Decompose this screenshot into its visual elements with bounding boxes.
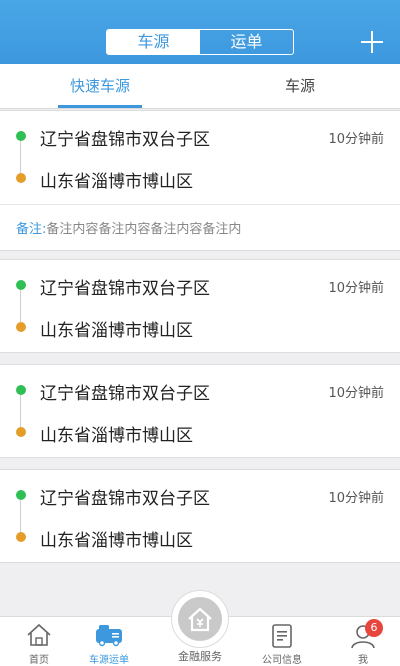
nav-me[interactable]: 我 — [330, 617, 396, 666]
route-line — [20, 290, 21, 322]
destination-dot — [16, 173, 26, 183]
divider — [0, 204, 400, 205]
remark-label: 备注: — [16, 222, 47, 237]
destination-address: 山东省淄博市博山区 — [40, 426, 193, 446]
listing-card[interactable]: 辽宁省盘锦市双台子区 10分钟前 山东省淄博市博山区 — [0, 259, 400, 353]
nav-label-company-info: 公司信息 — [262, 655, 302, 666]
origin-address: 辽宁省盘锦市双台子区 — [40, 279, 210, 299]
document-icon — [272, 624, 292, 648]
remark: 备注:备注内容备注内容备注内容备注内 — [16, 218, 241, 237]
destination-dot — [16, 427, 26, 437]
subtab-quick-source[interactable]: 快速车源 — [0, 64, 200, 108]
nav-label-finance: 金融服务 — [178, 650, 222, 663]
destination-dot — [16, 532, 26, 542]
origin-dot — [16, 280, 26, 290]
home-icon — [27, 623, 51, 646]
post-time: 10分钟前 — [328, 386, 384, 401]
destination-address: 山东省淄博市博山区 — [40, 172, 193, 192]
segment-control: 车源 运单 — [106, 29, 294, 55]
tab-waybill[interactable]: 运单 — [200, 30, 293, 54]
finance-button[interactable] — [171, 590, 229, 648]
origin-dot — [16, 131, 26, 141]
nav-home[interactable]: 首页 — [0, 617, 78, 666]
destination-address: 山东省淄博市博山区 — [40, 531, 193, 551]
subtab-source[interactable]: 车源 — [200, 64, 400, 108]
remark-text: 备注内容备注内容备注内容备注内 — [46, 222, 242, 237]
nav-company-info[interactable]: 公司信息 — [248, 617, 316, 666]
origin-address: 辽宁省盘锦市双台子区 — [40, 384, 210, 404]
nav-label-vehicle-waybill: 车源运单 — [89, 655, 129, 666]
tab-vehicle-source[interactable]: 车源 — [107, 30, 200, 54]
top-bar: 车源 运单 — [0, 0, 400, 64]
finance-icon — [188, 607, 212, 632]
post-time: 10分钟前 — [328, 491, 384, 506]
route-line — [20, 395, 21, 427]
destination-dot — [16, 322, 26, 332]
origin-dot — [16, 385, 26, 395]
listing-card[interactable]: 辽宁省盘锦市双台子区 10分钟前 山东省淄博市博山区 备注:备注内容备注内容备注… — [0, 110, 400, 251]
origin-address: 辽宁省盘锦市双台子区 — [40, 130, 210, 150]
origin-address: 辽宁省盘锦市双台子区 — [40, 489, 210, 509]
plus-icon[interactable] — [360, 30, 384, 54]
post-time: 10分钟前 — [328, 132, 384, 147]
finance-icon-bg — [178, 597, 222, 641]
nav-label-home: 首页 — [29, 655, 49, 666]
listing-card[interactable]: 辽宁省盘锦市双台子区 10分钟前 山东省淄博市博山区 — [0, 364, 400, 458]
nav-label-me: 我 — [358, 655, 368, 666]
nav-vehicle-waybill[interactable]: 车源运单 — [78, 617, 140, 666]
route-line — [20, 141, 21, 173]
listing-card[interactable]: 辽宁省盘锦市双台子区 10分钟前 山东省淄博市博山区 — [0, 469, 400, 563]
origin-dot — [16, 490, 26, 500]
route-line — [20, 500, 21, 532]
notification-badge: 6 — [365, 619, 383, 637]
sub-tab-bar: 快速车源 车源 — [0, 64, 400, 109]
post-time: 10分钟前 — [328, 281, 384, 296]
truck-icon — [96, 625, 122, 647]
destination-address: 山东省淄博市博山区 — [40, 321, 193, 341]
active-tab-indicator — [58, 105, 142, 108]
